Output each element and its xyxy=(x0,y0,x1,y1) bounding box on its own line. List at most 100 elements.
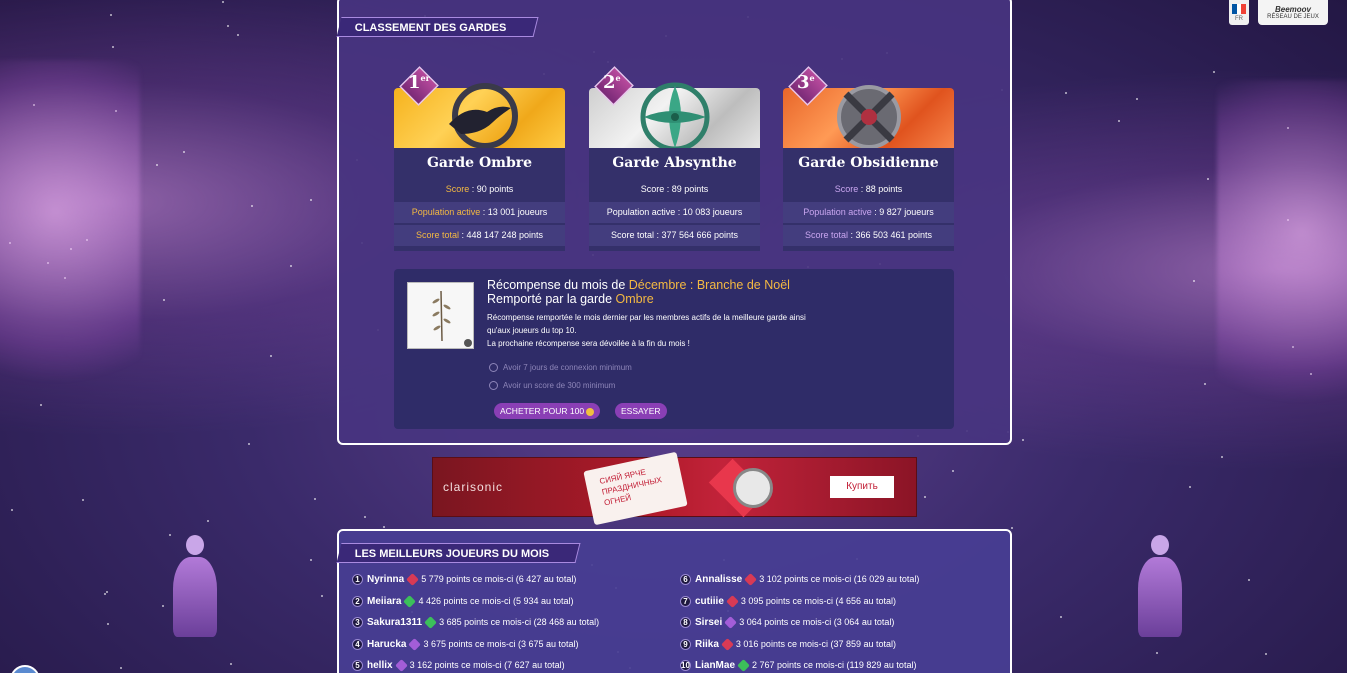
guard-score: Score : 88 points xyxy=(834,184,903,194)
france-flag-icon xyxy=(1232,4,1247,14)
section-tab: LES MEILLEURS JOUEURS DU MOIS xyxy=(336,543,581,563)
guard-obsidienne-icon xyxy=(408,637,422,651)
player-name[interactable]: Annalisse xyxy=(695,574,742,585)
clock-icon xyxy=(489,363,498,373)
guard-score: Score : 89 points xyxy=(640,184,709,194)
player-stats: 4 426 points ce mois-ci (5 934 au total) xyxy=(418,595,574,606)
leaderboard-row: 9 Riika 3 016 points ce mois-ci (37 859 au… xyxy=(680,637,896,651)
section-tab: CLASSEMENT DES GARDES xyxy=(336,17,539,37)
leaderboard-row: 8 Sirsei 3 064 points ce mois-ci (3 064 au… xyxy=(680,615,894,629)
guard-card[interactable]: 2e Garde Absynthe Score : 89 points Popu… xyxy=(589,66,760,251)
network-button[interactable]: Beemoov RÉSEAU DE JEUX xyxy=(1258,0,1328,25)
character-statue-left xyxy=(170,535,220,645)
rank-number: 2e xyxy=(603,72,621,93)
rank-badge: 9 xyxy=(680,638,691,650)
card-banner: 1er xyxy=(394,66,565,149)
requirement-score: Avoir un score de 300 minimum xyxy=(489,381,616,391)
player-name[interactable]: cutiiie xyxy=(695,596,724,607)
player-stats: 3 102 points ce mois-ci (16 029 au total… xyxy=(759,574,920,584)
chat-bubble-icon[interactable] xyxy=(10,665,40,673)
leaderboard-row: 5 hellix 3 162 points ce mois-ci (7 627 au… xyxy=(352,658,565,672)
player-name[interactable]: Meiiara xyxy=(367,596,401,607)
rank-number: 1er xyxy=(408,72,430,93)
rank-badge: 10 xyxy=(680,660,691,672)
guard-total-score: Score total : 377 564 666 points xyxy=(589,225,760,246)
buy-button[interactable]: ACHETER POUR 100 xyxy=(494,403,601,419)
reward-description: Récompense remportée le mois dernier par… xyxy=(487,311,806,350)
player-stats: 2 767 points ce mois-ci (119 829 au tota… xyxy=(752,660,917,670)
rank-badge: 4 xyxy=(352,638,363,650)
guard-population: Population active : 13 001 joueurs xyxy=(394,202,565,223)
guard-population: Population active : 10 083 joueurs xyxy=(589,202,760,223)
guard-ombre-icon xyxy=(721,637,734,651)
rank-badge: 7 xyxy=(680,595,691,607)
player-name[interactable]: Sirsei xyxy=(695,617,722,628)
reward-heading: Récompense du mois de Décembre : Branche… xyxy=(487,278,790,306)
reward-desc-line-3: La prochaine récompense sera dévoilée à … xyxy=(487,339,690,348)
player-stats: 3 016 points ce mois-ci (37 859 au total… xyxy=(735,638,896,649)
section-title: CLASSEMENT DES GARDES xyxy=(354,22,507,34)
leaderboard-row: 3 Sakura1311 3 685 points ce mois-ci (28 4… xyxy=(352,615,599,629)
player-name[interactable]: LianMae xyxy=(695,660,735,671)
leaderboard-row: 6 Annalisse 3 102 points ce mois-ci (16 02… xyxy=(680,572,919,586)
player-stats: 3 095 points ce mois-ci (4 656 au total) xyxy=(740,595,896,606)
network-logo: Beemoov xyxy=(1274,5,1311,14)
guard-score: Score : 90 points xyxy=(445,184,514,194)
section-title: LES MEILLEURS JOUEURS DU MOIS xyxy=(354,548,550,560)
reward-image[interactable] xyxy=(407,282,474,349)
guard-card[interactable]: 3e Garde Obsidienne Score : 88 points Po… xyxy=(783,66,954,251)
language-selector[interactable]: FR xyxy=(1229,0,1249,25)
guard-obsidienne-icon xyxy=(724,616,738,629)
requirement-login-text: Avoir 7 jours de connexion minimum xyxy=(503,363,632,372)
guard-card[interactable]: 1er Garde Ombre Score : 90 points Popula… xyxy=(394,66,565,251)
ad-brand: clarisonic xyxy=(443,480,504,494)
coin-icon xyxy=(586,407,595,416)
player-name[interactable]: Riika xyxy=(695,639,719,650)
guard-name: Garde Absynthe xyxy=(612,155,737,171)
guard-total-score: Score total : 366 503 461 points xyxy=(783,225,954,246)
player-name[interactable]: Harucka xyxy=(367,639,406,650)
card-body: Garde Absynthe Score : 89 points Populat… xyxy=(589,148,760,251)
cherry-tree-right xyxy=(1217,80,1347,460)
rank-badge: 8 xyxy=(680,617,691,629)
guard-name: Garde Obsidienne xyxy=(798,155,939,171)
rank-badge: 2 xyxy=(352,595,363,607)
reward-month-name: Décembre : Branche de Noël xyxy=(628,278,790,292)
card-banner: 2e xyxy=(589,66,760,152)
guard-total-score: Score total : 448 147 248 points xyxy=(394,225,565,246)
requirement-login: Avoir 7 jours de connexion minimum xyxy=(489,363,632,373)
advertisement-banner[interactable]: clarisonic СИЯЙ ЯРЧЕ ПРАЗДНИЧНЫХ ОГНЕЙ К… xyxy=(432,451,917,526)
try-button-label: ESSAYER xyxy=(621,406,661,416)
player-stats: 3 064 points ce mois-ci (3 064 au total) xyxy=(739,617,895,627)
guard-absynthe-icon xyxy=(403,594,417,608)
guard-ombre-icon xyxy=(406,573,420,586)
ad-buy-button[interactable]: Купить xyxy=(830,476,894,498)
rank-badge: 1 xyxy=(352,574,363,586)
player-stats: 3 685 points ce mois-ci (28 468 au total… xyxy=(439,617,600,627)
guard-population: Population active : 9 827 joueurs xyxy=(783,202,954,223)
player-name[interactable]: Sakura1311 xyxy=(367,617,422,628)
guard-absynthe-icon xyxy=(424,616,437,629)
card-banner: 3e xyxy=(783,66,954,149)
card-body: Garde Obsidienne Score : 88 points Popul… xyxy=(783,148,954,251)
device-icon xyxy=(733,468,773,508)
leaderboard-row: 1 Nyrinna 5 779 points ce mois-ci (6 427 a… xyxy=(352,572,576,586)
try-button[interactable]: ESSAYER xyxy=(615,403,667,419)
language-code: FR xyxy=(1235,16,1243,22)
guard-ombre-icon xyxy=(726,594,739,608)
branch-icon xyxy=(432,290,472,347)
guard-absynthe-icon xyxy=(737,659,750,672)
leaderboard-row: 2 Meiiara 4 426 points ce mois-ci (5 934 a… xyxy=(352,594,574,608)
player-name[interactable]: Nyrinna xyxy=(367,574,404,585)
guard-obsidienne-icon xyxy=(394,659,408,672)
reward-month-prefix: Récompense du mois de xyxy=(487,278,629,292)
reward-desc-line-1: Récompense remportée le mois dernier par… xyxy=(487,313,806,322)
network-label: RÉSEAU DE JEUX xyxy=(1267,14,1319,20)
reward-desc-line-2: qu'aux joueurs du top 10. xyxy=(487,326,577,335)
reward-winner-prefix: Remporté par la garde xyxy=(487,292,616,306)
requirement-score-text: Avoir un score de 300 minimum xyxy=(503,381,616,390)
trophy-icon xyxy=(489,381,498,391)
cherry-tree-left xyxy=(0,60,140,440)
player-stats: 3 675 points ce mois-ci (3 675 au total) xyxy=(423,638,579,649)
player-name[interactable]: hellix xyxy=(367,660,393,671)
